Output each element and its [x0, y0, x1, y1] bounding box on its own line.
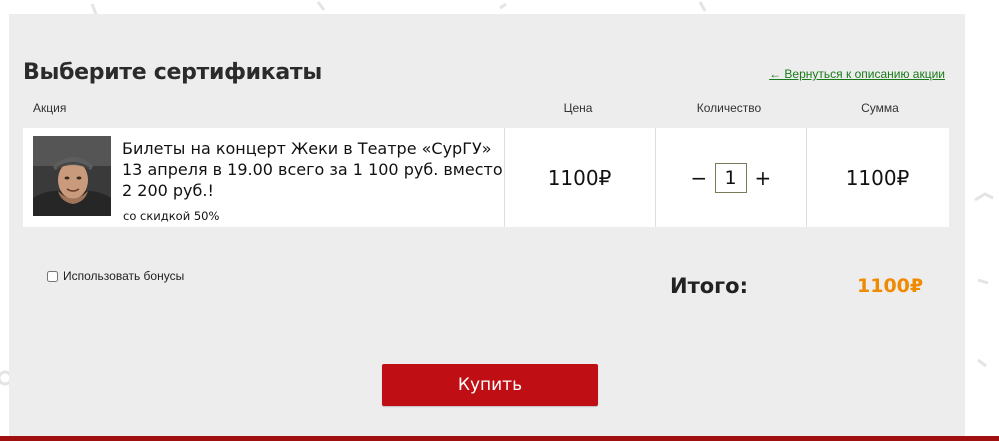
quantity-stepper: − + — [655, 128, 806, 227]
increase-quantity-button[interactable]: + — [755, 168, 772, 188]
product-price: 1100₽ — [547, 165, 612, 190]
table-row: Билеты на концерт Жеки в Театре «СурГУ» … — [23, 128, 949, 227]
back-to-offer-link[interactable]: ← Вернуться к описанию акции — [769, 67, 945, 81]
product-discount: со скидкой 50% — [123, 209, 220, 223]
total-label: Итого: — [670, 274, 748, 298]
column-header-quantity: Количество — [696, 101, 762, 115]
use-bonuses-checkbox[interactable] — [47, 270, 58, 282]
quantity-input[interactable] — [714, 162, 747, 193]
product-title: Билеты на концерт Жеки в Театре «СурГУ» … — [122, 139, 503, 200]
column-header-action: Акция — [33, 101, 67, 115]
page-title: Выберите сертификаты — [23, 60, 322, 85]
use-bonuses-option[interactable]: Использовать бонусы — [47, 269, 184, 283]
footer-bar — [0, 436, 999, 441]
buy-button[interactable]: Купить — [382, 364, 598, 406]
use-bonuses-label: Использовать бонусы — [63, 269, 185, 283]
column-header-sum: Сумма — [861, 101, 899, 115]
product-thumbnail — [33, 136, 111, 216]
column-header-price: Цена — [563, 101, 593, 115]
total-value: 1100₽ — [857, 275, 924, 297]
row-sum: 1100₽ — [845, 165, 910, 190]
certificate-panel: Выберите сертификаты ← Вернуться к описа… — [9, 14, 965, 441]
decrease-quantity-button[interactable]: − — [691, 168, 708, 188]
